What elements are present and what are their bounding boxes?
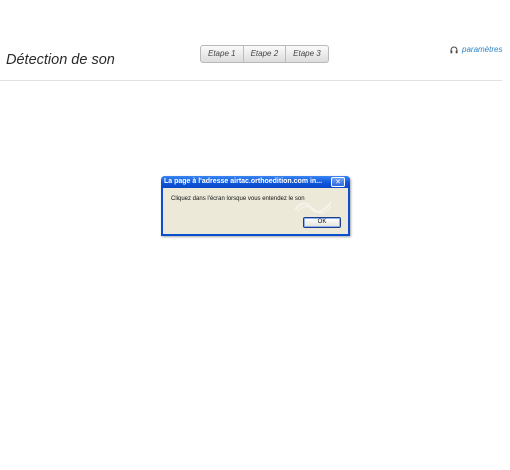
dialog-titlebar[interactable]: La page à l'adresse airtac.orthoedition.… <box>161 176 350 188</box>
step-3-button[interactable]: Etape 3 <box>286 46 328 62</box>
step-2-button[interactable]: Etape 2 <box>244 46 287 62</box>
ok-button[interactable]: OK <box>303 217 341 228</box>
dialog-title: La page à l'adresse airtac.orthoedition.… <box>164 178 323 185</box>
step-navigation: Etape 1 Etape 2 Etape 3 <box>200 45 329 63</box>
step-1-button[interactable]: Etape 1 <box>201 46 244 62</box>
headphones-icon <box>450 46 458 54</box>
dialog-body: Cliquez dans l'écran lorsque vous entend… <box>163 188 348 234</box>
alert-dialog: La page à l'adresse airtac.orthoedition.… <box>161 176 350 236</box>
dialog-message: Cliquez dans l'écran lorsque vous entend… <box>171 196 305 202</box>
close-icon[interactable]: ✕ <box>331 177 345 187</box>
page-title: Détection de son <box>6 52 115 68</box>
settings-label[interactable]: paramètres <box>462 45 502 54</box>
header-divider <box>0 80 502 81</box>
settings-link[interactable]: paramètres <box>450 45 502 54</box>
